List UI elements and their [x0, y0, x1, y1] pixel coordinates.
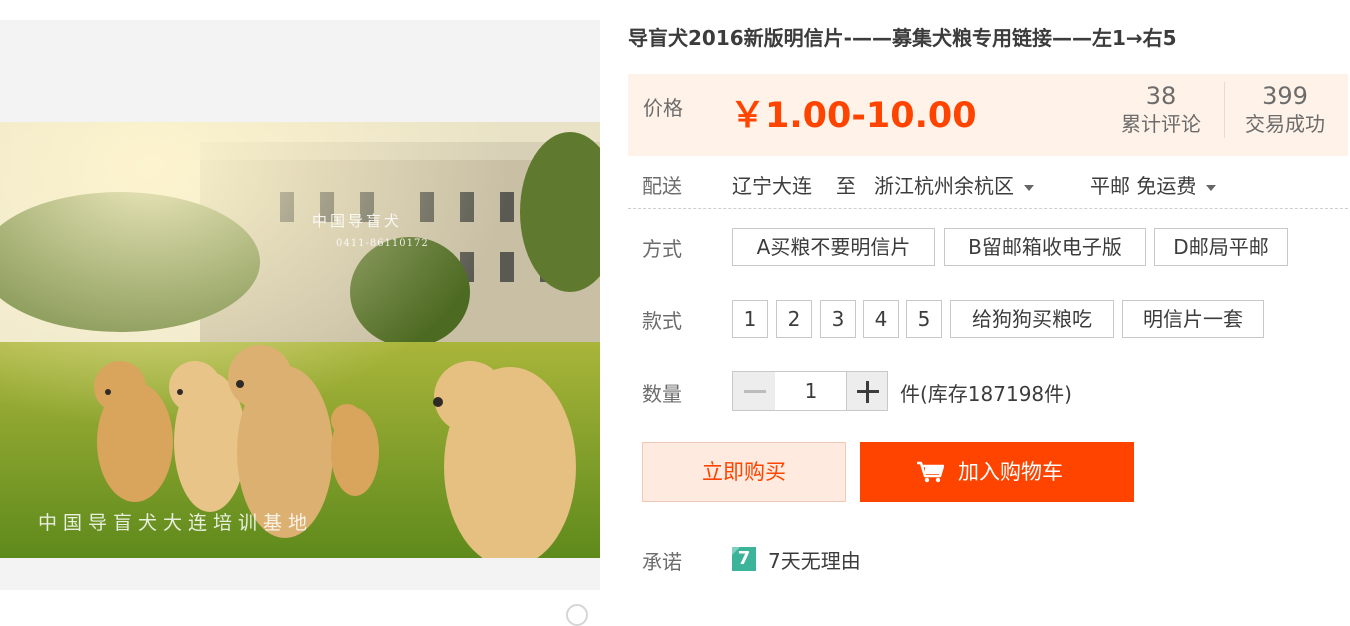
chevron-down-icon [1206, 184, 1217, 191]
mode-option-d[interactable]: D邮局平邮 [1154, 228, 1288, 266]
quantity-input[interactable] [775, 371, 847, 411]
quantity-decrease-button[interactable] [732, 371, 776, 411]
mode-label: 方式 [642, 237, 682, 261]
promise-text[interactable]: 7天无理由 [768, 545, 861, 574]
style-option-1[interactable]: 1 [732, 300, 768, 338]
style-option-3[interactable]: 3 [820, 300, 856, 338]
chevron-down-icon [1024, 184, 1034, 191]
reviews-stat[interactable]: 38 累计评论 [1106, 82, 1216, 138]
reviews-label: 累计评论 [1121, 112, 1201, 136]
sales-label: 交易成功 [1245, 112, 1325, 136]
quantity-label: 数量 [642, 382, 682, 406]
ship-method-dropdown[interactable]: 平邮 免运费 [1090, 170, 1217, 199]
style-option-feed-dogs[interactable]: 给狗狗买粮吃 [950, 300, 1114, 338]
add-to-cart-label: 加入购物车 [958, 460, 1063, 484]
ship-destination-dropdown[interactable]: 浙江杭州余杭区 [874, 170, 1034, 199]
seven-day-return-icon: 7 [732, 547, 756, 571]
style-label: 款式 [642, 309, 682, 333]
zoom-icon[interactable] [566, 604, 588, 626]
ship-destination: 浙江杭州余杭区 [874, 174, 1014, 198]
mode-option-b[interactable]: B留邮箱收电子版 [944, 228, 1146, 266]
main-product-image[interactable]: 中国导盲犬 0411-86110172 中国导盲犬大连培训基地 [0, 122, 600, 558]
price-value: ￥1.00-10.00 [730, 96, 977, 136]
sales-count: 399 [1262, 82, 1308, 110]
style-option-postcard-set[interactable]: 明信片一套 [1122, 300, 1264, 338]
watermark-bottom: 中国导盲犬大连培训基地 [38, 512, 314, 534]
guide-dogs-photo [0, 122, 600, 558]
image-gallery: 中国导盲犬 0411-86110172 中国导盲犬大连培训基地 [0, 20, 600, 626]
price-label: 价格 [643, 96, 683, 120]
buy-now-button[interactable]: 立即购买 [642, 442, 846, 502]
sales-stat: 399 交易成功 [1224, 82, 1345, 138]
watermark-phone: 0411-86110172 [336, 238, 429, 249]
ship-method: 平邮 免运费 [1090, 174, 1197, 198]
mode-option-a[interactable]: A买粮不要明信片 [732, 228, 935, 266]
cart-icon [917, 461, 944, 483]
shipping-label: 配送 [642, 174, 682, 198]
style-option-5[interactable]: 5 [906, 300, 942, 338]
stock-text: 件(库存187198件) [900, 382, 1072, 406]
promise-label: 承诺 [642, 550, 682, 574]
divider [628, 208, 1348, 209]
ship-to-word: 至 [836, 174, 856, 198]
quantity-increase-button[interactable] [846, 371, 888, 411]
reviews-count: 38 [1145, 82, 1177, 110]
add-to-cart-button[interactable]: 加入购物车 [860, 442, 1134, 502]
style-option-2[interactable]: 2 [776, 300, 812, 338]
ship-from: 辽宁大连 [732, 174, 812, 198]
price-panel: 价格 ￥1.00-10.00 38 累计评论 399 交易成功 [628, 74, 1348, 156]
watermark-top: 中国导盲犬 [312, 212, 403, 230]
style-option-4[interactable]: 4 [863, 300, 899, 338]
product-title: 导盲犬2016新版明信片-——募集犬粮专用链接——左1→右5 [628, 26, 1177, 50]
